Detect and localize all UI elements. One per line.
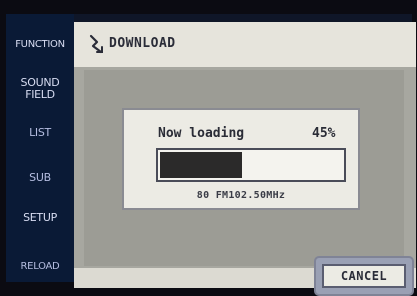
station-frequency: 80 FM102.50MHz xyxy=(196,190,286,201)
menu-item-function[interactable]: FUNCTION xyxy=(8,39,72,51)
dialog-title: DOWNLOAD xyxy=(109,36,176,51)
dialog-content: Now loading 45% 80 FM102.50MHz xyxy=(84,70,404,266)
menu-item-sound-field[interactable]: SOUND FIELD xyxy=(8,77,72,101)
dialog-titlebar: DOWNLOAD xyxy=(74,22,416,67)
cancel-button[interactable]: CANCEL xyxy=(314,256,414,296)
progress-percent: 45% xyxy=(312,126,336,141)
cancel-button-label: CANCEL xyxy=(322,264,406,288)
menu-item-sub[interactable]: SUB xyxy=(8,172,72,184)
download-icon xyxy=(88,33,106,55)
progress-bar xyxy=(156,148,346,182)
menu-item-setup[interactable]: SETUP xyxy=(8,212,72,224)
menu-item-reload[interactable]: RELOAD xyxy=(8,261,72,273)
loading-status: Now loading xyxy=(158,126,245,141)
progress-fill xyxy=(160,152,242,178)
progress-panel: Now loading 45% 80 FM102.50MHz xyxy=(122,108,360,210)
menu-item-list[interactable]: LIST xyxy=(8,127,72,139)
function-menu: FUNCTION SOUND FIELD LIST SUB SETUP RELO… xyxy=(6,14,74,282)
download-dialog: DOWNLOAD Now loading 45% 80 FM102.50MHz xyxy=(74,22,416,288)
radio-screen: FUNCTION SOUND FIELD LIST SUB SETUP RELO… xyxy=(6,14,416,296)
